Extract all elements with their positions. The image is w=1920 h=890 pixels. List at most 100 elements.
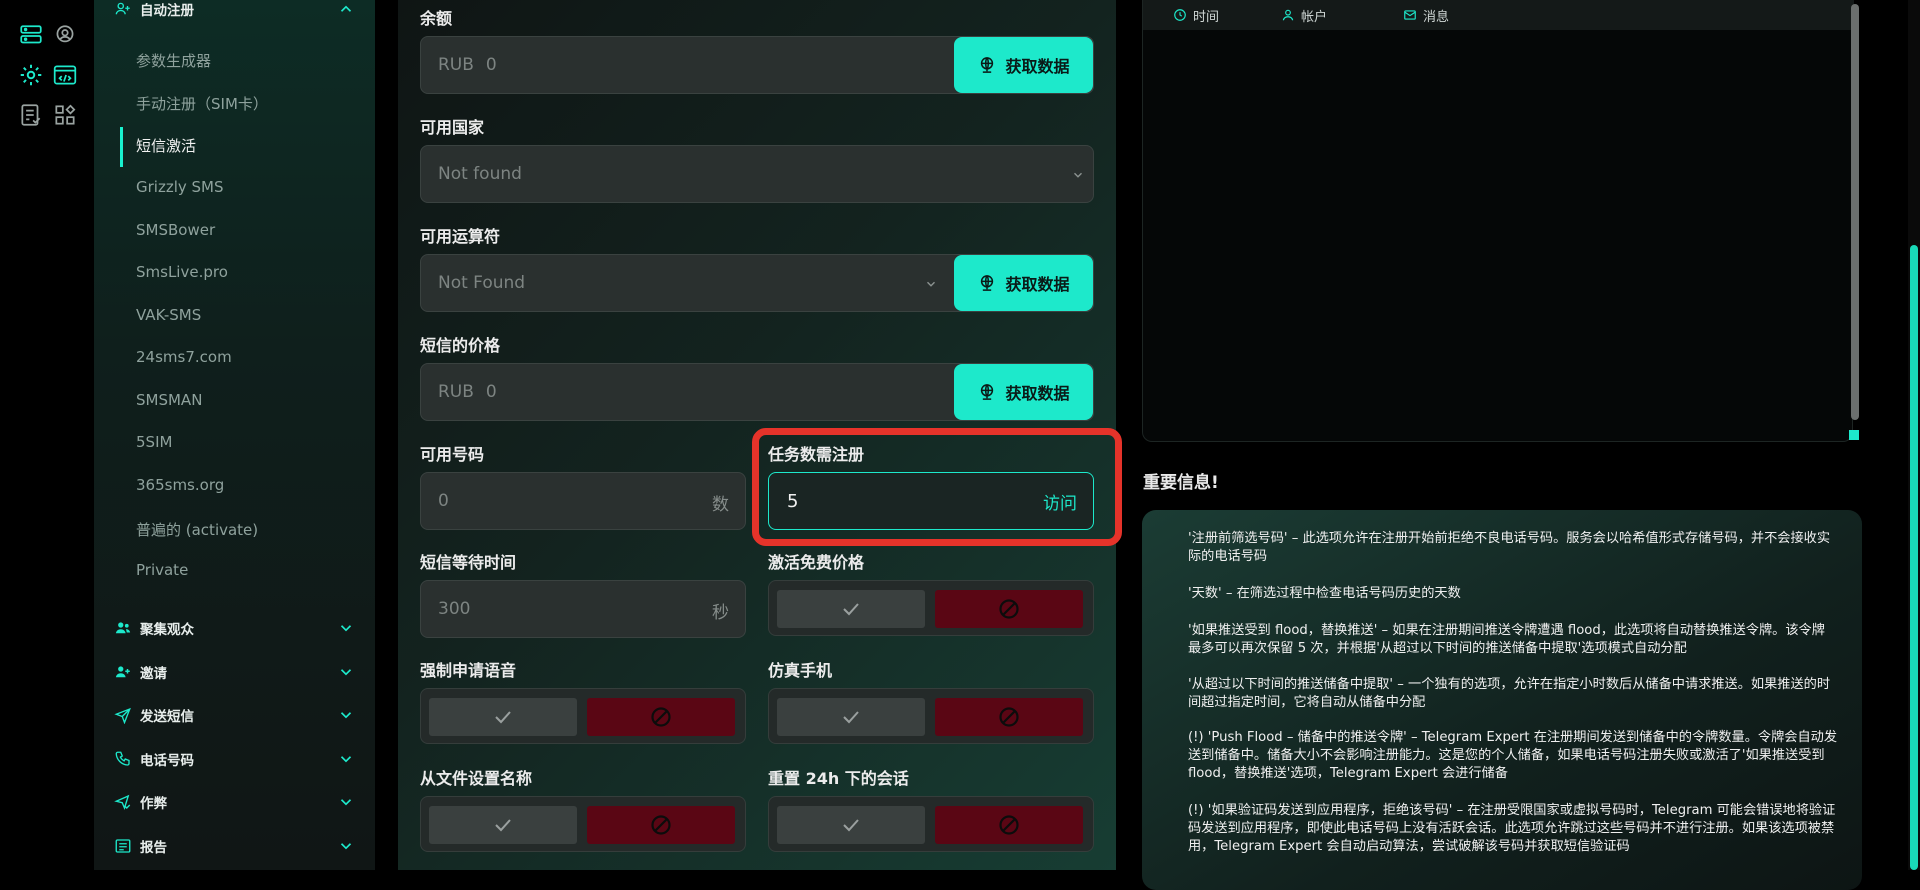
check-icon [843,603,859,616]
unit-suffix: 数 [712,495,729,515]
fetch-operators-button[interactable]: 获取数据 [954,255,1093,311]
sidebar-nav: 自动注册 参数生成器 手动注册（SIM卡） 短信激活 Grizzly SMS S… [94,0,375,870]
check-icon [843,819,859,832]
active-indicator [120,127,123,167]
toggle-on-button[interactable] [429,806,577,844]
nav-group-label: 发送短信 [140,709,194,725]
ban-icon [999,599,1019,619]
users-icon [114,619,132,637]
sidebar-item-activate[interactable]: 普遍的 (activate) [136,519,258,540]
globe-icon [981,275,994,291]
report-icon [114,837,132,855]
ban-icon [999,815,1019,835]
toggle-on-button[interactable] [777,590,925,628]
chevron-down-icon [337,750,355,768]
info-paragraph: (!) '如果验证码发送到应用程序，拒绝该号码' – 在注册受限国家或虚拟号码时… [1188,803,1836,854]
user-location-icon[interactable] [52,23,78,49]
code-window-icon[interactable] [52,62,78,88]
send-icon [114,706,132,724]
toggle-off-button[interactable] [935,806,1083,844]
user-icon [1282,9,1294,21]
sidebar-item-365sms[interactable]: 365sms.org [136,476,224,494]
nav-group-audience[interactable]: 聚集观众 [114,614,355,642]
log-panel[interactable]: 时间 帐户 消息 [1142,0,1854,442]
chevron-up-icon [337,0,355,18]
sidebar-item-smsbower[interactable]: SMSBower [136,221,215,239]
countries-value: Not found [438,164,522,184]
resize-handle[interactable] [1849,430,1859,440]
check-icon [495,711,511,724]
nav-group-label: 作弊 [140,796,167,812]
sidebar-item-vak-sms[interactable]: VAK-SMS [136,306,201,324]
fetch-button-label: 获取数据 [1005,57,1070,76]
log-col-account-label: 帐户 [1301,9,1328,25]
sidebar-item-smslive[interactable]: SmsLive.pro [136,263,228,281]
database-icon[interactable] [18,23,44,49]
operators-value: Not Found [438,273,526,293]
free-activation-toggle [768,580,1094,636]
sidebar-item-private[interactable]: Private [136,561,188,579]
user-plus-icon [114,0,132,18]
log-col-account[interactable]: 帐户 [1281,6,1327,25]
nav-group-phone-numbers[interactable]: 电话号码 [114,745,355,773]
fetch-price-button[interactable]: 获取数据 [954,364,1093,420]
checklist-icon[interactable] [18,102,44,128]
sms-price-label: 短信的价格 [420,336,501,355]
sidebar-item-sms-activation[interactable]: 短信激活 [136,135,196,156]
sidebar-item-param-generator[interactable]: 参数生成器 [136,50,211,71]
nav-group-auto-register[interactable]: 自动注册 [114,0,355,23]
countries-select[interactable]: Not found [420,145,1094,203]
balance-label: 余额 [420,9,453,28]
user-add-icon [114,663,132,681]
emulate-phone-toggle [768,688,1094,744]
sidebar-item-grizzly-sms[interactable]: Grizzly SMS [136,178,224,196]
chevron-down-icon [337,837,355,855]
chevron-down-icon [927,281,935,287]
countries-label: 可用国家 [420,118,485,137]
balance-value: 0 [485,55,497,75]
nav-group-send-sms[interactable]: 发送短信 [114,701,355,729]
available-numbers-field[interactable]: 0 数 [420,472,746,530]
nav-group-invite[interactable]: 邀请 [114,658,355,686]
info-paragraph: '从超过以下时间的推送储备中提取' – 一个独有的选项，允许在指定小时数后从储备… [1188,677,1831,710]
log-col-message[interactable]: 消息 [1403,6,1449,25]
nav-group-label: 自动注册 [140,3,194,19]
gear-icon[interactable] [18,62,44,88]
toggle-on-button[interactable] [429,698,577,736]
globe-icon [981,384,994,400]
sidebar-item-smsman[interactable]: SMSMAN [136,391,202,409]
sms-wait-value: 300 [438,599,471,619]
toggle-off-button[interactable] [935,698,1083,736]
free-activation-label: 激活免费价格 [768,553,865,572]
reset-24h-toggle [768,796,1094,852]
important-info-title: 重要信息! [1143,473,1219,493]
log-col-time[interactable]: 时间 [1173,6,1219,25]
sms-wait-field[interactable]: 300 秒 [420,580,746,638]
emulate-phone-label: 仿真手机 [768,661,833,680]
page-scrollbar-thumb[interactable] [1910,245,1918,870]
widgets-icon[interactable] [52,102,78,128]
toggle-on-button[interactable] [777,806,925,844]
toggle-on-button[interactable] [777,698,925,736]
sidebar-item-24sms7[interactable]: 24sms7.com [136,348,232,366]
nav-group-report[interactable]: 报告 [114,832,355,860]
phone-icon [114,750,132,768]
toggle-off-button[interactable] [587,698,735,736]
sidebar-item-manual-register[interactable]: 手动注册（SIM卡） [136,93,268,114]
icon-rail [0,0,94,870]
fetch-balance-button[interactable]: 获取数据 [954,37,1093,93]
name-from-file-toggle [420,796,746,852]
log-col-time-label: 时间 [1193,9,1220,25]
globe-icon [981,57,994,73]
sms-wait-label: 短信等待时间 [420,553,517,572]
chevron-down-icon [337,793,355,811]
check-icon [495,819,511,832]
ban-icon [651,707,671,727]
info-paragraph: '注册前筛选号码' – 此选项允许在注册开始前拒绝不良电话号码。服务会以哈希值形… [1188,531,1831,564]
nav-group-cheat[interactable]: 作弊 [114,788,355,816]
toggle-off-button[interactable] [587,806,735,844]
toggle-off-button[interactable] [935,590,1083,628]
log-scrollbar[interactable] [1851,4,1859,420]
sidebar-item-5sim[interactable]: 5SIM [136,433,172,451]
sms-price-value: 0 [485,382,497,402]
